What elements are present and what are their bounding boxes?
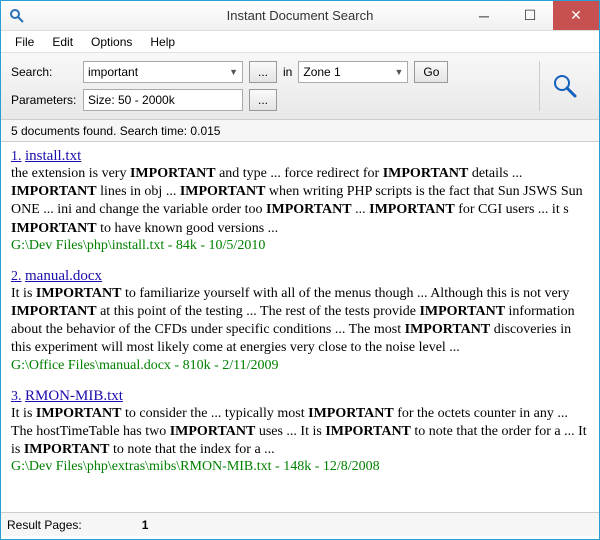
result-snippet: the extension is very IMPORTANT and type…	[11, 165, 589, 238]
results-pane[interactable]: 1. install.txtthe extension is very IMPO…	[1, 142, 599, 512]
app-icon	[9, 8, 25, 24]
result-meta: G:\Office Files\manual.docx - 810k - 2/1…	[11, 358, 589, 374]
current-page[interactable]: 1	[142, 518, 149, 532]
menu-edit[interactable]: Edit	[44, 33, 81, 51]
zone-select[interactable]: Zone 1 ▼	[298, 61, 408, 83]
close-button[interactable]: ✕	[553, 1, 599, 30]
search-icon-button[interactable]	[539, 61, 589, 111]
result-title-link[interactable]: RMON-MIB.txt	[25, 388, 123, 404]
status-text: 5 documents found. Search time: 0.015	[11, 124, 220, 138]
result-number: 3.	[11, 389, 22, 404]
parameters-label: Parameters:	[11, 93, 77, 107]
menu-file[interactable]: File	[7, 33, 42, 51]
result-number: 2.	[11, 269, 22, 284]
result-meta: G:\Dev Files\php\extras\mibs\RMON-MIB.tx…	[11, 459, 589, 475]
parameters-input[interactable]: Size: 50 - 2000k	[83, 89, 243, 111]
search-browse-button[interactable]: ...	[249, 61, 277, 83]
result-item: 1. install.txtthe extension is very IMPO…	[11, 148, 589, 254]
result-title-link[interactable]: install.txt	[25, 148, 81, 164]
search-input[interactable]: important ▼	[83, 61, 243, 83]
parameters-browse-button[interactable]: ...	[249, 89, 277, 111]
in-label: in	[283, 65, 292, 79]
result-number: 1.	[11, 149, 22, 164]
pages-label: Result Pages:	[7, 518, 82, 532]
result-item: 2. manual.docxIt is IMPORTANT to familia…	[11, 268, 589, 374]
menu-help[interactable]: Help	[142, 33, 183, 51]
minimize-button[interactable]: ─	[461, 1, 507, 30]
status-bar: 5 documents found. Search time: 0.015	[1, 120, 599, 142]
search-value: important	[88, 65, 138, 79]
title-bar: Instant Document Search ─ ☐ ✕	[1, 1, 599, 31]
chevron-down-icon: ▼	[229, 67, 238, 77]
menu-options[interactable]: Options	[83, 33, 140, 51]
parameters-value: Size: 50 - 2000k	[88, 93, 175, 107]
result-snippet: It is IMPORTANT to familiarize yourself …	[11, 285, 589, 358]
result-item: 3. RMON-MIB.txtIt is IMPORTANT to consid…	[11, 388, 589, 476]
zone-value: Zone 1	[303, 65, 340, 79]
search-toolbar: Search: important ▼ ... in Zone 1 ▼ Go P…	[1, 53, 599, 120]
result-snippet: It is IMPORTANT to consider the ... typi…	[11, 405, 589, 460]
go-button[interactable]: Go	[414, 61, 448, 83]
menu-bar: File Edit Options Help	[1, 31, 599, 53]
maximize-button[interactable]: ☐	[507, 1, 553, 30]
search-label: Search:	[11, 65, 77, 79]
footer-bar: Result Pages: 1	[1, 512, 599, 536]
result-title-link[interactable]: manual.docx	[25, 268, 102, 284]
magnifier-icon	[552, 73, 578, 99]
chevron-down-icon: ▼	[394, 67, 403, 77]
result-meta: G:\Dev Files\php\install.txt - 84k - 10/…	[11, 238, 589, 254]
